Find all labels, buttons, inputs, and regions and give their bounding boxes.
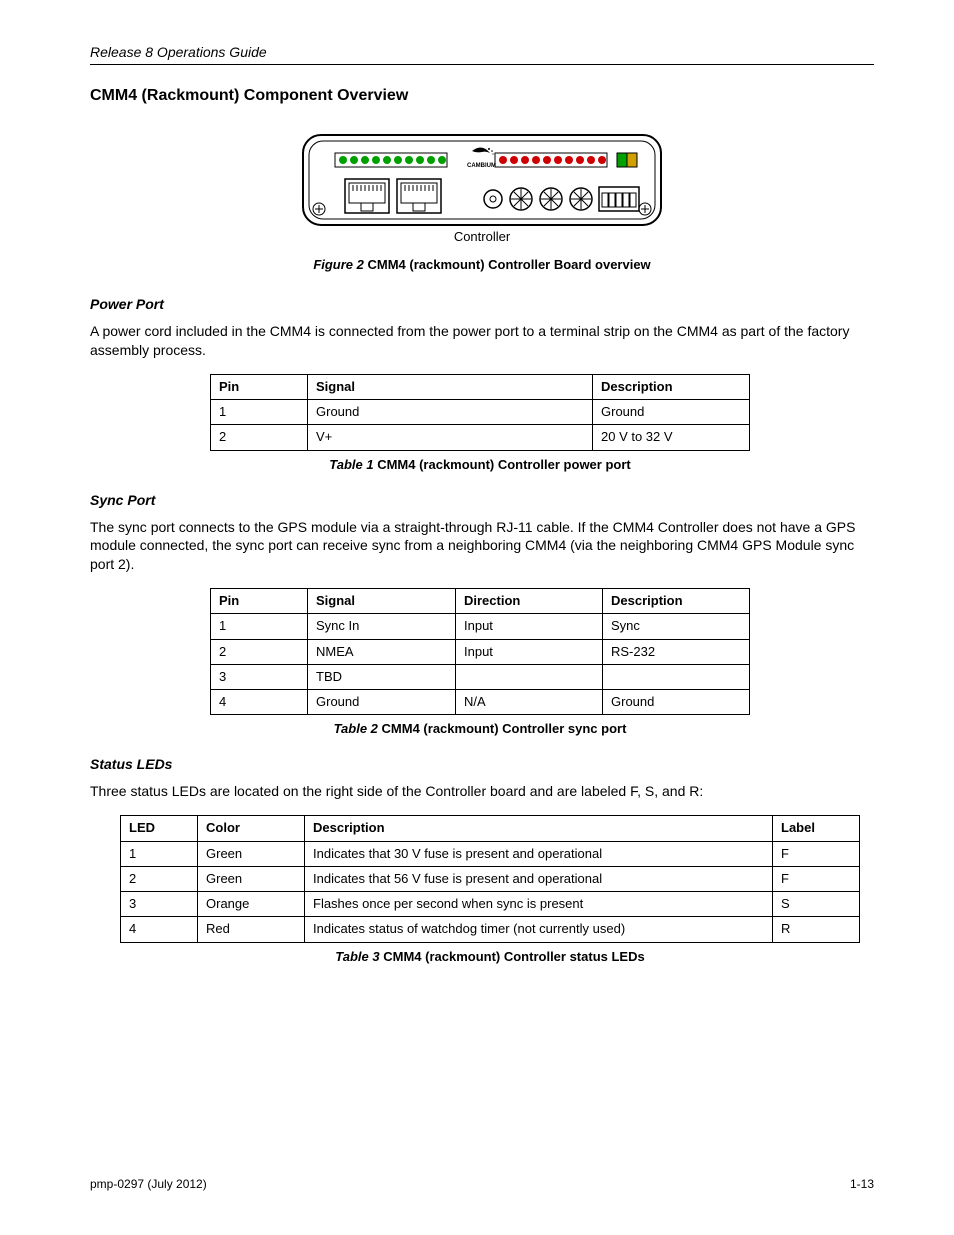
caption-power-table: Table 1 CMM4 (rackmount) Controller powe… (210, 457, 750, 472)
section-title: CMM4 (Rackmount) Component Overview (90, 87, 874, 105)
table-row: 3TBD (211, 664, 750, 689)
text-power-port: A power cord included in the CMM4 is con… (90, 322, 874, 360)
th-desc: Description (603, 589, 750, 614)
table-row: 1Sync InInputSync (211, 614, 750, 639)
table-row: 1GreenIndicates that 30 V fuse is presen… (121, 841, 860, 866)
th-signal: Signal (308, 589, 456, 614)
caption-status-table: Table 3 CMM4 (rackmount) Controller stat… (120, 949, 860, 964)
knob-2-icon (540, 188, 562, 210)
reset-button-icon (484, 190, 502, 208)
table-power-port: Pin Signal Description 1 Ground Ground 2… (210, 374, 750, 451)
figure-caption: Figure 2 CMM4 (rackmount) Controller Boa… (313, 257, 650, 272)
heading-power-port: Power Port (90, 296, 874, 312)
table-row: 2 V+ 20 V to 32 V (211, 425, 750, 450)
svg-text:CAMBIUM: CAMBIUM (467, 163, 496, 169)
knob-1-icon (510, 188, 532, 210)
heading-sync-port: Sync Port (90, 492, 874, 508)
table-row: 4GroundN/AGround (211, 690, 750, 715)
terminal-block-icon (599, 187, 639, 211)
table-row: 2NMEAInputRS-232 (211, 639, 750, 664)
running-title: Release 8 Operations Guide (90, 44, 874, 60)
knob-3-icon (570, 188, 592, 210)
caption-sync-table: Table 2 CMM4 (rackmount) Controller sync… (210, 721, 750, 736)
th-desc: Description (593, 374, 750, 399)
th-pin: Pin (211, 374, 308, 399)
status-leds-icon (617, 153, 637, 167)
controller-board-illustration: CAMBIUM (297, 129, 667, 249)
rj45-port-2-icon (397, 179, 441, 213)
text-sync-port: The sync port connects to the GPS module… (90, 518, 874, 575)
th-direction: Direction (456, 589, 603, 614)
page-footer: pmp-0297 (July 2012) 1-13 (90, 1177, 874, 1191)
table-row: 4RedIndicates status of watchdog timer (… (121, 917, 860, 942)
rj45-port-1-icon (345, 179, 389, 213)
table-row: 1 Ground Ground (211, 400, 750, 425)
th-color: Color (198, 816, 305, 841)
th-signal: Signal (308, 374, 593, 399)
table-sync-port: Pin Signal Direction Description 1Sync I… (210, 588, 750, 715)
th-pin: Pin (211, 589, 308, 614)
figure-controller-board: CAMBIUM (90, 129, 874, 272)
footer-left: pmp-0297 (July 2012) (90, 1177, 207, 1191)
th-led: LED (121, 816, 198, 841)
heading-status-leds: Status LEDs (90, 756, 874, 772)
th-desc: Description (305, 816, 773, 841)
text-status-leds: Three status LEDs are located on the rig… (90, 782, 874, 801)
controller-label: Controller (454, 229, 511, 244)
table-row: 3OrangeFlashes once per second when sync… (121, 892, 860, 917)
table-status-leds: LED Color Description Label 1GreenIndica… (120, 815, 860, 942)
footer-right: 1-13 (850, 1177, 874, 1191)
header-rule (90, 64, 874, 65)
th-label: Label (773, 816, 860, 841)
table-row: 2GreenIndicates that 56 V fuse is presen… (121, 866, 860, 891)
